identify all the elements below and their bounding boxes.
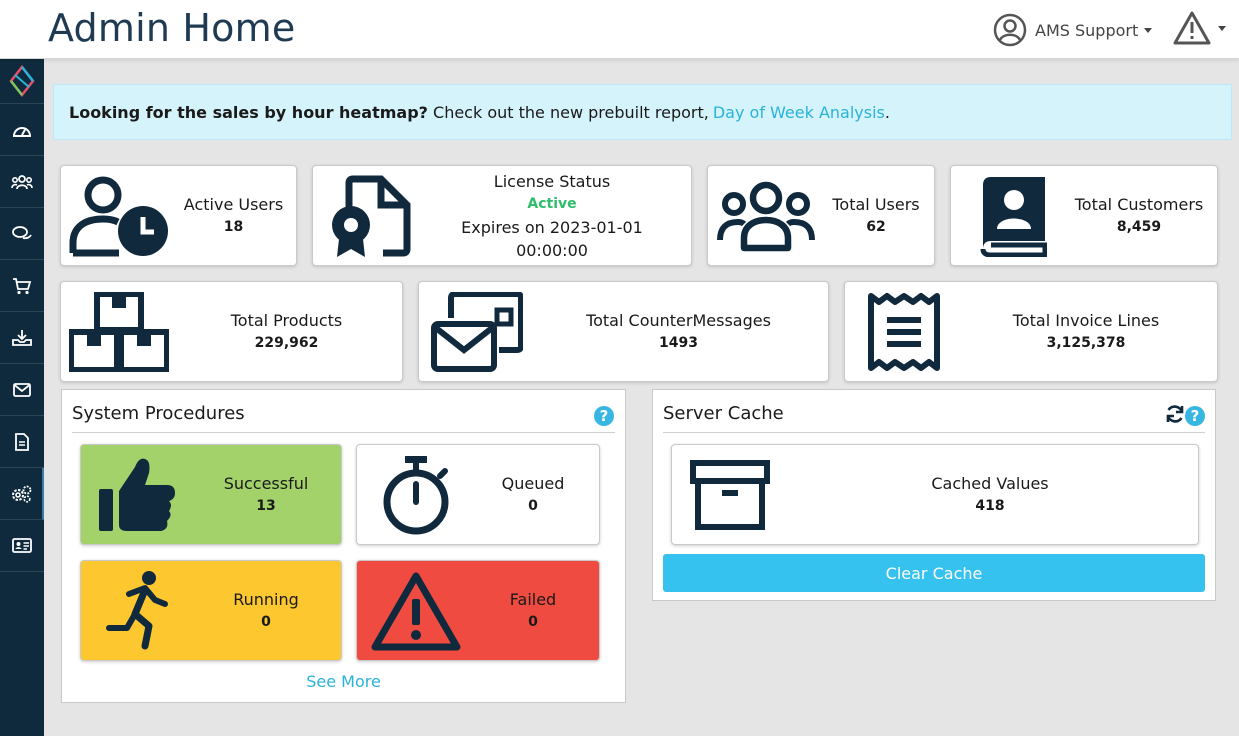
boxes-icon	[69, 291, 169, 372]
divider	[663, 432, 1205, 433]
queued-value: 0	[528, 497, 538, 514]
running-procedures-card[interactable]: Running 0	[80, 560, 342, 661]
sidebar-item-dashboard[interactable]	[0, 104, 44, 156]
total-counter-messages-card[interactable]: Total CounterMessages 1493	[418, 281, 829, 382]
total-invoice-lines-card[interactable]: Total Invoice Lines 3,125,378	[844, 281, 1218, 382]
stopwatch-icon	[383, 455, 449, 534]
clear-cache-button[interactable]: Clear Cache	[663, 554, 1205, 592]
cached-values-card[interactable]: Cached Values 418	[671, 444, 1199, 545]
license-status-card[interactable]: License Status Active Expires on 2023-01…	[312, 165, 692, 266]
logo-icon	[9, 65, 35, 97]
banner-suffix: .	[884, 102, 890, 122]
user-name: AMS Support	[1035, 20, 1139, 40]
sidebar-item-imports[interactable]	[0, 312, 44, 364]
total-invoice-lines-label: Total Invoice Lines	[1012, 310, 1160, 330]
total-customers-value: 8,459	[1116, 218, 1162, 235]
queued-label: Queued	[501, 473, 565, 493]
refresh-icon[interactable]	[1165, 404, 1185, 424]
running-person-icon	[106, 570, 168, 649]
running-label: Running	[233, 589, 299, 609]
active-users-card[interactable]: Active Users 18	[60, 165, 297, 266]
help-icon[interactable]: ?	[594, 406, 614, 426]
license-status-label: License Status	[493, 171, 611, 191]
users-group-icon	[11, 174, 33, 189]
sidebar-item-messages[interactable]	[0, 208, 44, 260]
cached-values-value: 418	[975, 497, 1005, 514]
day-of-week-analysis-link[interactable]: Day of Week Analysis	[713, 103, 885, 122]
id-card-icon	[12, 538, 32, 553]
server-cache-panel: Server Cache ? Cached Values 418 Clear C…	[652, 389, 1216, 601]
license-expiry: Expires on 2023-01-01 00:00:00	[461, 217, 643, 260]
active-users-label: Active Users	[183, 194, 284, 214]
dashboard-icon	[12, 126, 32, 137]
address-book-icon	[980, 176, 1047, 257]
banner-bold-text: Looking for the sales by hour heatmap?	[69, 102, 428, 122]
total-customers-card[interactable]: Total Customers 8,459	[950, 165, 1218, 266]
inbox-download-icon	[12, 329, 32, 346]
successful-label: Successful	[223, 473, 309, 493]
failed-procedures-card[interactable]: Failed 0	[356, 560, 600, 661]
active-users-value: 18	[223, 218, 244, 235]
user-clock-icon	[69, 176, 168, 256]
chevron-down-icon	[1144, 27, 1153, 33]
sidebar-item-settings[interactable]	[0, 468, 44, 520]
document-icon	[15, 432, 29, 451]
see-more-link[interactable]: See More	[62, 672, 625, 691]
alerts-menu[interactable]	[1172, 10, 1226, 46]
mail-bulk-icon	[431, 291, 523, 372]
failed-value: 0	[528, 613, 538, 630]
total-products-label: Total Products	[230, 310, 343, 330]
sidebar-item-users[interactable]	[0, 156, 44, 208]
sidebar-item-orders[interactable]	[0, 260, 44, 312]
info-banner: Looking for the sales by hour heatmap? C…	[53, 84, 1232, 140]
receipt-icon	[868, 292, 940, 371]
sidebar	[0, 59, 44, 736]
help-icon[interactable]: ?	[1185, 406, 1205, 426]
file-certificate-icon	[332, 175, 411, 257]
failed-label: Failed	[509, 589, 557, 609]
total-products-value: 229,962	[254, 334, 319, 351]
chat-bubbles-icon	[12, 225, 32, 239]
cached-values-label: Cached Values	[931, 473, 1049, 493]
thumbs-up-icon	[99, 458, 175, 531]
system-procedures-title: System Procedures	[72, 403, 245, 424]
total-users-label: Total Users	[832, 194, 920, 214]
chevron-down-icon	[1218, 25, 1226, 31]
total-invoice-lines-value: 3,125,378	[1046, 334, 1126, 351]
users-group-icon	[717, 181, 815, 251]
page-title: Admin Home	[48, 6, 296, 50]
sidebar-item-documents[interactable]	[0, 416, 44, 468]
sidebar-item-email[interactable]	[0, 364, 44, 416]
user-menu[interactable]: AMS Support	[993, 13, 1153, 47]
total-counter-messages-value: 1493	[659, 334, 698, 351]
user-circle-icon	[993, 13, 1027, 47]
successful-procedures-card[interactable]: Successful 13	[80, 444, 342, 545]
running-value: 0	[261, 613, 271, 630]
total-users-value: 62	[866, 218, 886, 235]
server-cache-title: Server Cache	[663, 403, 784, 424]
divider	[72, 432, 615, 433]
envelope-icon	[13, 382, 31, 397]
total-customers-label: Total Customers	[1074, 194, 1204, 214]
cart-icon	[13, 277, 32, 294]
warning-triangle-icon	[1173, 11, 1211, 45]
successful-value: 13	[256, 497, 276, 514]
sidebar-item-contacts[interactable]	[0, 520, 44, 572]
total-products-card[interactable]: Total Products 229,962	[60, 281, 403, 382]
warning-triangle-icon	[371, 572, 461, 650]
total-users-card[interactable]: Total Users 62	[707, 165, 935, 266]
archive-box-icon	[690, 459, 770, 530]
queued-procedures-card[interactable]: Queued 0	[356, 444, 600, 545]
banner-text: Check out the new prebuilt report,	[433, 102, 709, 122]
top-bar: Admin Home AMS Support	[0, 0, 1239, 59]
logo[interactable]	[0, 59, 44, 104]
gears-icon	[12, 485, 32, 503]
license-status-value: Active	[527, 195, 577, 212]
system-procedures-panel: System Procedures ? Successful 13 Queued…	[61, 389, 626, 703]
total-counter-messages-label: Total CounterMessages	[586, 310, 771, 330]
